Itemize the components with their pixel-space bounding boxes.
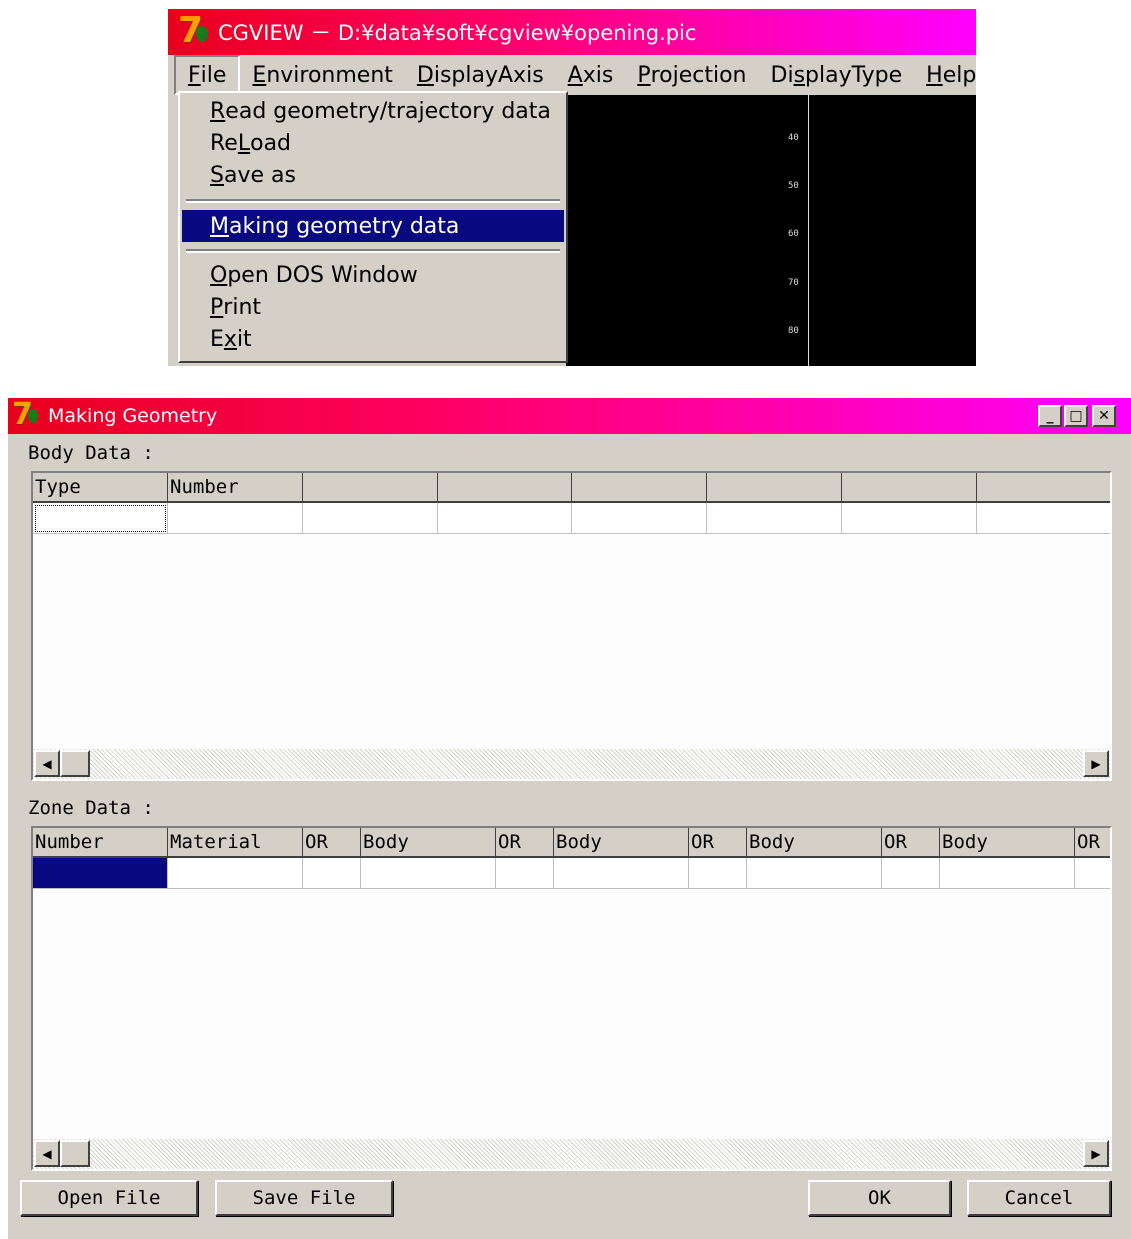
zone-horizontal-scrollbar[interactable]: ◀ ▶ — [33, 1139, 1110, 1169]
grid-cell[interactable] — [168, 503, 303, 534]
menu-help[interactable]: Help — [914, 55, 988, 95]
column-header[interactable]: Body — [940, 828, 1075, 858]
app-logo-icon: 7 — [12, 397, 44, 432]
column-header[interactable]: Number — [168, 473, 303, 503]
cancel-button[interactable]: Cancel — [967, 1180, 1111, 1216]
menu-displaytype[interactable]: Di s playType — [759, 55, 915, 95]
dialog-title: Making Geometry — [48, 405, 218, 427]
minimize-icon[interactable]: _ — [1038, 405, 1062, 427]
menu-axis[interactable]: Axis — [556, 55, 626, 95]
grid-cell[interactable] — [882, 858, 940, 889]
grid-cell[interactable] — [842, 503, 977, 534]
column-header[interactable]: Body — [747, 828, 882, 858]
grid-cell[interactable] — [977, 503, 1110, 534]
menu-separator — [186, 249, 560, 253]
grid-cell[interactable] — [689, 858, 747, 889]
window-title: CGVIEW － D:¥data¥soft¥cgview¥opening.pic — [218, 21, 697, 45]
app-logo-icon: 7 — [178, 10, 214, 51]
menu-item-exit[interactable]: Ex it — [182, 323, 564, 355]
grid-cell[interactable] — [168, 858, 303, 889]
grid-cell[interactable] — [940, 858, 1075, 889]
column-header[interactable] — [572, 473, 707, 503]
zone-data-label: Zone Data : — [28, 797, 154, 819]
column-header[interactable]: Body — [361, 828, 496, 858]
axis-tick-label: 40 — [788, 133, 799, 143]
close-icon[interactable]: ✕ — [1092, 405, 1116, 427]
column-header[interactable]: OR — [1075, 828, 1110, 858]
axis-tick-label: 50 — [788, 181, 799, 191]
grid-cell[interactable] — [438, 503, 572, 534]
cgview-window: 7 CGVIEW － D:¥data¥soft¥cgview¥opening.p… — [168, 9, 976, 366]
column-header[interactable] — [438, 473, 572, 503]
column-header[interactable]: OR — [496, 828, 554, 858]
menu-item-save-as[interactable]: Save as — [182, 159, 564, 191]
menu-file[interactable]: File — [174, 55, 241, 95]
menu-item-open-dos[interactable]: Open DOS Window — [182, 259, 564, 291]
menu-displayaxis[interactable]: DisplayAxis — [405, 55, 556, 95]
column-header[interactable] — [977, 473, 1110, 503]
column-header[interactable] — [842, 473, 977, 503]
menu-item-making-geometry[interactable]: Making geometry data — [182, 210, 564, 242]
grid-cell-selected[interactable] — [33, 858, 168, 889]
file-menu-dropdown: Read geometry/trajectory data Re Load Sav… — [178, 91, 568, 363]
column-header[interactable]: Number — [33, 828, 168, 858]
body-horizontal-scrollbar[interactable]: ◀ ▶ — [33, 749, 1110, 779]
grid-cell[interactable] — [554, 858, 689, 889]
scroll-right-icon[interactable]: ▶ — [1083, 1140, 1109, 1167]
menu-separator — [186, 199, 560, 203]
column-header[interactable]: OR — [882, 828, 940, 858]
grid-cell[interactable] — [572, 503, 707, 534]
menu-item-read-geometry[interactable]: Read geometry/trajectory data — [182, 95, 564, 127]
scroll-thumb[interactable] — [60, 750, 90, 777]
grid-cell[interactable] — [496, 858, 554, 889]
column-header[interactable]: Material — [168, 828, 303, 858]
axis-tick-label: 70 — [788, 278, 799, 288]
column-header[interactable] — [707, 473, 842, 503]
grid-cell[interactable] — [303, 858, 361, 889]
grid-cell[interactable] — [707, 503, 842, 534]
scroll-thumb[interactable] — [60, 1140, 90, 1167]
grid-cell[interactable] — [1075, 858, 1110, 889]
grid-cell[interactable] — [361, 858, 496, 889]
axis-tick-label: 60 — [788, 229, 799, 239]
column-header[interactable]: Body — [554, 828, 689, 858]
plot-canvas[interactable]: 40 50 60 70 80 — [566, 95, 976, 366]
zone-data-grid[interactable]: Number Material OR Body OR Body OR Body … — [31, 826, 1112, 1171]
dialog-titlebar[interactable]: 7 Making Geometry — [8, 397, 1131, 434]
menu-item-print[interactable]: Print — [182, 291, 564, 323]
column-header[interactable]: Type — [33, 473, 168, 503]
grid-cell[interactable] — [303, 503, 438, 534]
cgview-titlebar[interactable]: 7 CGVIEW － D:¥data¥soft¥cgview¥opening.p… — [168, 9, 976, 55]
maximize-icon[interactable]: □ — [1064, 405, 1088, 427]
ok-button[interactable]: OK — [808, 1180, 951, 1216]
menu-item-reload[interactable]: Re Load — [182, 127, 564, 159]
body-data-grid[interactable]: Type Number ◀ ▶ — [31, 471, 1112, 781]
grid-cell[interactable] — [747, 858, 882, 889]
open-file-button[interactable]: Open File — [20, 1180, 198, 1216]
menu-environment[interactable]: Environment — [240, 55, 404, 95]
menu-projection[interactable]: Projection — [625, 55, 758, 95]
body-data-label: Body Data : — [28, 442, 154, 464]
grid-cell[interactable] — [33, 503, 168, 534]
scroll-right-icon[interactable]: ▶ — [1083, 750, 1109, 777]
save-file-button[interactable]: Save File — [215, 1180, 393, 1216]
axis-tick-label: 80 — [788, 326, 799, 336]
menu-bar: File Environment DisplayAxis Axis Projec… — [168, 55, 976, 95]
making-geometry-dialog: 7 Making Geometry _ □ ✕ Body Data : Type… — [8, 397, 1131, 1239]
column-header[interactable] — [303, 473, 438, 503]
column-header[interactable]: OR — [303, 828, 361, 858]
column-header[interactable]: OR — [689, 828, 747, 858]
axis-line — [808, 95, 809, 366]
scroll-left-icon[interactable]: ◀ — [34, 1140, 60, 1167]
scroll-left-icon[interactable]: ◀ — [34, 750, 60, 777]
